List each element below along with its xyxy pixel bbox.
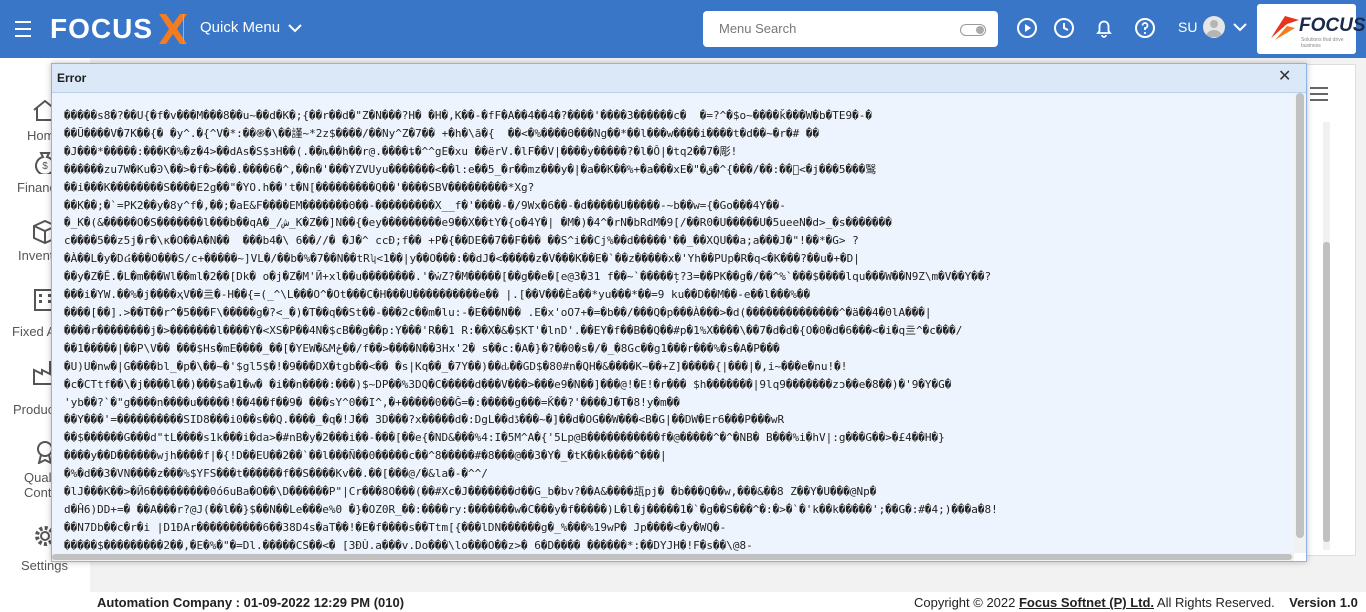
error-text-line: �À��L�y�D៤���O���S/c+�����~]VL�/��b�%�7�…: [64, 252, 860, 266]
error-text-line: �c�CTtf��\�j����l��)���$a�1�w� �i��n����…: [64, 377, 952, 391]
user-initials[interactable]: SU: [1178, 19, 1197, 35]
dialog-horizontal-scrollbar[interactable]: [52, 553, 1294, 561]
error-text-line: ��i���K��������S����E2g��"�YO.h��'t�N[��…: [64, 180, 535, 194]
quick-menu-label: Quick Menu: [200, 19, 281, 36]
menu-search-box: [703, 11, 998, 47]
play-circle-icon[interactable]: [1016, 17, 1038, 39]
logo-x-icon: [159, 14, 187, 44]
error-message-text: �����s8�?��U{�f�v���M���8��u~��d�K�;{��r…: [64, 107, 1286, 553]
top-navigation-bar: FOCUS Quick Menu SU FOCUS Solutions that…: [0, 0, 1366, 58]
copyright-suffix: All Rights Reserved.: [1154, 595, 1275, 610]
error-text-line: ��K��;�`=PK2��y�8y^f�,��;�aE&F����EM����…: [64, 198, 786, 212]
logo-text: FOCUS: [50, 13, 153, 44]
error-text-line: �_K�(&�����O�S�������l���b��qA�_/ش_K�Z��…: [64, 216, 892, 230]
list-menu-icon[interactable]: [1309, 86, 1329, 102]
error-text-line: ����[��].>��T��r^�5���F\�����g�?<_�)�T��…: [64, 305, 932, 319]
main-scrollbar[interactable]: [1323, 122, 1330, 550]
brand-name: FOCUS: [1299, 15, 1366, 36]
company-info: Automation Company : 01-09-2022 12:29 PM…: [97, 595, 405, 610]
dialog-vertical-scrollbar[interactable]: [1294, 93, 1306, 553]
error-text-line: ����y��D������wjh����f|�{!D��EU��2��`��l…: [64, 449, 667, 463]
brand-logo: FOCUS Solutions that drive business: [1257, 4, 1366, 54]
copyright-prefix: Copyright © 2022: [914, 595, 1016, 610]
error-text-line: �����$���������2��,�E�%�"�=Dl.�����CS��<…: [64, 538, 753, 552]
error-text-line: ��y�Z�Ē.�L�m���Wl��ml�2��[Dk� o�j�Z�M'Й+…: [64, 270, 992, 284]
divider: [183, 14, 184, 44]
error-text-line: ����r��������j�>�������l����Y�<XS�P��4N�…: [64, 323, 963, 337]
user-avatar[interactable]: [1203, 16, 1225, 38]
dialog-title: Error: [57, 71, 87, 85]
error-text-line: ���i�YW.��%�j����ҳV��亖�-H��{=(_^\L���O^�…: [64, 288, 811, 302]
chevron-down-icon: [288, 24, 302, 33]
hamburger-menu-icon[interactable]: [10, 16, 36, 42]
error-text-line: ��Y���'=����������SID8���i0��s��Q.����_�…: [64, 413, 785, 427]
bell-icon[interactable]: [1093, 17, 1115, 39]
error-text-line: ��Ũ����V�7K��{� �y^.�{^V�*:��֍�\��謹~*2z$…: [64, 126, 820, 140]
brand-swoosh-icon: [1271, 16, 1299, 40]
error-text-line: �%�d��3�VN����z���%$YFS���t������f��S���…: [64, 467, 488, 481]
error-text-line: ��N7Db��c�r�i |D1ĐAr����������6��38D4s�a…: [64, 520, 727, 534]
focus-logo[interactable]: FOCUS: [50, 10, 191, 48]
error-text-line: �U)U�nw�|G����bl_�p�\��~�'$gl5$�!�9���DX…: [64, 359, 848, 373]
dialog-header: Error ✕: [52, 64, 1306, 93]
history-icon[interactable]: [1053, 17, 1075, 39]
svg-text:$: $: [42, 161, 48, 172]
error-text-line: �����s8�?��U{�f�v���M���8��u~��d�K�;{��r…: [64, 109, 872, 122]
user-menu-chevron-icon[interactable]: [1233, 22, 1247, 32]
copyright-company-link[interactable]: Focus Softnet (P) Ltd.: [1019, 595, 1154, 610]
error-text-line: 'yb��?`�"g����n����u�����!��4��f��9� ���…: [64, 395, 680, 409]
error-text-line: ��1�����|��P\V�� ���$Hs�mE����_��[�YEW�&…: [64, 341, 780, 355]
footer: Automation Company : 01-09-2022 12:29 PM…: [90, 592, 1366, 612]
error-dialog: Error ✕ �����s8�?��U{�f�v���M���8��u~��d…: [51, 63, 1307, 562]
error-text-line: ��$������G���d"tL����s1k���i�da>�#nB�y�2…: [64, 431, 945, 445]
search-toggle-switch[interactable]: [960, 24, 986, 36]
error-text-line: c����5��z5j�r�\κ�O��A�N�� ���b4�\ 6��//�…: [64, 234, 859, 248]
menu-search-input[interactable]: [717, 20, 941, 37]
copyright: Copyright © 2022 Focus Softnet (P) Ltd. …: [914, 595, 1358, 610]
version-label: Version 1.0: [1289, 595, 1358, 610]
quick-menu-dropdown[interactable]: Quick Menu: [200, 19, 302, 36]
brand-tagline: Solutions that drive business: [1301, 37, 1344, 49]
close-icon[interactable]: ✕: [1278, 69, 1291, 85]
error-text-line: d�Ĥ6)DD+=� ��A���r?@J(��l��}$��N��Le���e…: [64, 502, 998, 516]
help-icon[interactable]: [1134, 17, 1156, 39]
error-text-line: �lJ���K��>�Й6���������0ó6uBa�O��\D������…: [64, 485, 877, 499]
error-text-line: �J���*�����:���K�%�z�4>��dAs�S$ɜH��(.��ȵ…: [64, 144, 738, 158]
dialog-body: �����s8�?��U{�f�v���M���8��u~��d�K�;{��r…: [52, 93, 1294, 553]
error-text-line: ������zu7W�Ku�Ͽ\��>�f�>���.����6�^,��n�'…: [64, 162, 877, 176]
